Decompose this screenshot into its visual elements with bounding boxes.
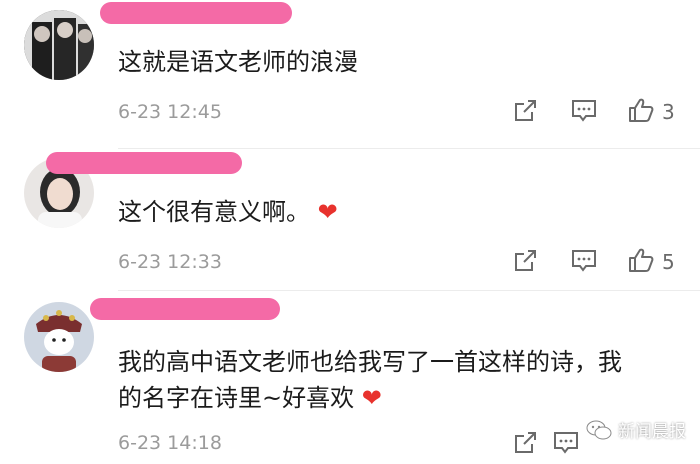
comment-text-line-1: 我的高中语文老师也给我写了一首这样的诗，我 xyxy=(118,348,622,376)
comment-item-2: 这个很有意义啊。 ❤ 6-23 12:33 5 xyxy=(0,148,700,290)
like-count: 3 xyxy=(662,100,675,124)
reply-icon[interactable] xyxy=(570,248,598,274)
redacted-username xyxy=(100,2,292,24)
share-icon[interactable] xyxy=(512,98,538,124)
avatar[interactable] xyxy=(24,10,94,80)
comment-text-line-2: 的名字在诗里~好喜欢 ❤ xyxy=(118,380,660,416)
comment-timestamp: 6-23 12:33 xyxy=(118,251,222,273)
avatar-image xyxy=(24,10,94,80)
watermark: 新闻晨报 xyxy=(586,417,686,442)
comment-timestamp: 6-23 14:18 xyxy=(118,432,222,454)
share-icon[interactable] xyxy=(512,248,538,274)
share-icon[interactable] xyxy=(512,430,538,456)
heart-emoji: ❤ xyxy=(361,384,382,412)
avatar[interactable] xyxy=(24,302,94,372)
heart-emoji: ❤ xyxy=(317,198,338,226)
wechat-icon xyxy=(586,420,612,439)
thumbs-up-icon[interactable] xyxy=(627,97,655,123)
reply-icon[interactable] xyxy=(552,430,580,456)
comment-item-1: 这就是语文老师的浪漫 6-23 12:45 3 xyxy=(0,0,700,148)
redacted-username xyxy=(46,152,242,174)
comment-text: 这就是语文老师的浪漫 xyxy=(118,48,358,76)
comment-text-body: 的名字在诗里~好喜欢 xyxy=(118,384,355,412)
watermark-label: 新闻晨报 xyxy=(618,422,686,442)
comment-timestamp: 6-23 12:45 xyxy=(118,101,222,123)
comment-text-body: 这个很有意义啊。 xyxy=(118,198,310,226)
comment-text: 这个很有意义啊。 ❤ xyxy=(118,194,660,230)
like-count: 5 xyxy=(662,250,675,274)
avatar-image xyxy=(24,302,94,372)
redacted-username xyxy=(90,298,280,320)
reply-icon[interactable] xyxy=(570,98,598,124)
comment-text: 我的高中语文老师也给我写了一首这样的诗，我 的名字在诗里~好喜欢 ❤ xyxy=(118,344,660,416)
thumbs-up-icon[interactable] xyxy=(627,247,655,273)
